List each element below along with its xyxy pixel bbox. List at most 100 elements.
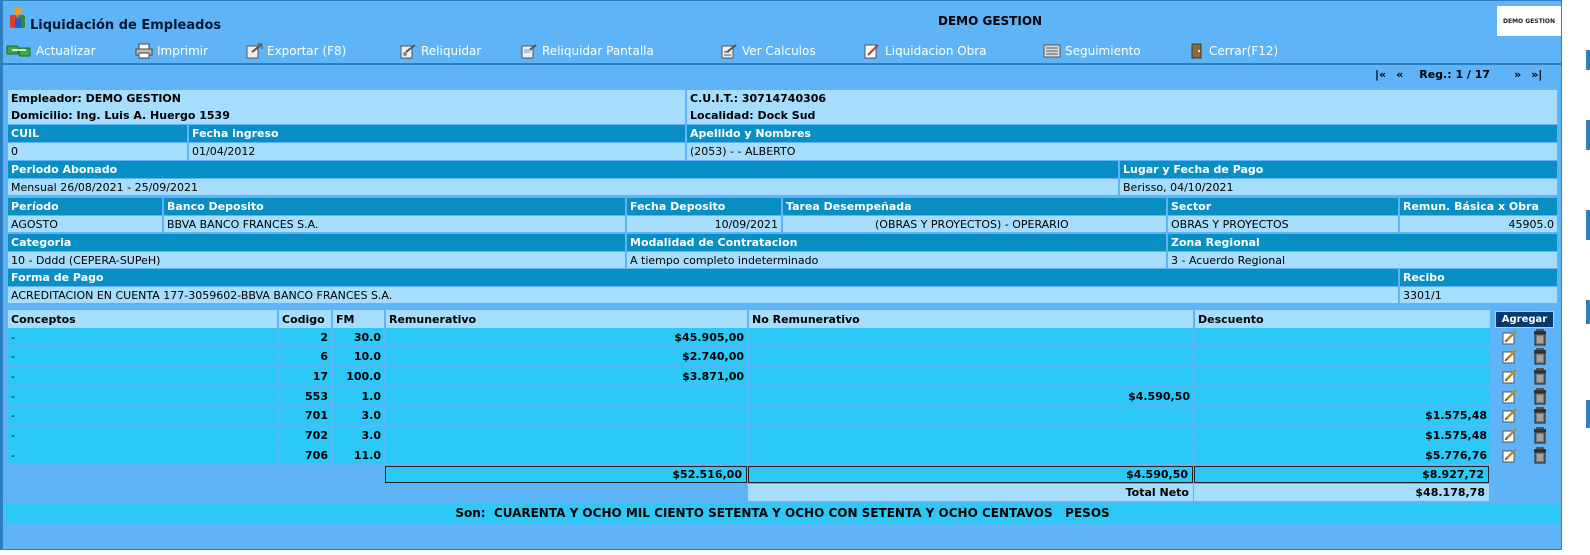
edit-icon[interactable]: [1502, 388, 1518, 404]
amount-in-words-bar: Son: CUARENTA Y OCHO MIL CIENTO SETENTA …: [6, 503, 1559, 523]
concept-row: -2 30.0 $45.905,00: [8, 328, 1557, 346]
zona-value: 3 - Acuerdo Regional: [1168, 252, 1557, 268]
window-edge: [1562, 0, 1590, 555]
descuento-cell: $5.776,76: [1195, 446, 1492, 465]
edit-icon[interactable]: [1502, 349, 1518, 364]
pago-value-row: ACREDITACION EN CUENTA 177-3059602-BBVA …: [8, 287, 1557, 303]
codigo-cell: 701: [279, 406, 333, 425]
amount-in-words: Son: CUARENTA Y OCHO MIL CIENTO SETENTA …: [455, 506, 1110, 520]
fm-cell: 100.0: [333, 367, 386, 386]
export-icon: [246, 43, 263, 59]
fm-column-header: FM: [333, 310, 386, 328]
reliquidar-pantalla-button[interactable]: Reliquidar Pantalla: [520, 42, 654, 60]
recalc-icon: [400, 44, 416, 59]
recibo-header: Recibo: [1400, 269, 1557, 286]
lugar-pago-value: Berisso, 04/10/2021: [1120, 179, 1557, 195]
exportar-button[interactable]: Exportar (F8): [245, 42, 346, 60]
nav-next-button[interactable]: »: [1514, 68, 1521, 81]
fecha-deposito-header: Fecha Deposito: [627, 198, 783, 215]
delete-icon[interactable]: [1532, 328, 1548, 346]
actualizar-label: Actualizar: [36, 44, 96, 58]
edit-icon[interactable]: [1502, 369, 1518, 384]
concept-row: -702 3.0 $1.575,48: [8, 426, 1557, 445]
seguimiento-button[interactable]: Seguimiento: [1043, 42, 1141, 60]
cuit-text: C.U.I.T.: 30714740306: [687, 90, 1557, 107]
imprimir-label: Imprimir: [157, 44, 209, 58]
concepto-cell: -: [8, 446, 279, 465]
fm-cell: 11.0: [333, 446, 386, 465]
edit-icon[interactable]: [1502, 447, 1518, 463]
concepto-cell: -: [8, 347, 279, 366]
delete-icon[interactable]: [1532, 387, 1548, 405]
printer-icon: [135, 43, 153, 59]
row-actions: [1492, 427, 1557, 445]
concept-row: -17 100.0 $3.871,00: [8, 367, 1557, 386]
total-no-remunerativo: $4.590,50: [748, 466, 1193, 483]
edit-icon[interactable]: [1502, 329, 1518, 345]
toolbar: Actualizar Imprimir Exportar (F8) Reliqu…: [3, 39, 1561, 63]
delete-icon[interactable]: [1532, 348, 1548, 365]
modalidad-value: A tiempo completo indeterminado: [627, 252, 1168, 268]
nav-last-button[interactable]: »|: [1531, 68, 1542, 81]
total-descuento: $8.927,72: [1194, 466, 1489, 483]
fecha-deposito-value: 10/09/2021: [627, 216, 783, 232]
delete-icon[interactable]: [1532, 367, 1548, 385]
codigo-cell: 702: [279, 426, 333, 445]
categoria-header-row: Categoria Modalidad de Contratacion Zona…: [8, 234, 1557, 251]
liquidacion-obra-button[interactable]: Liquidacion Obra: [863, 42, 987, 60]
imprimir-button[interactable]: Imprimir: [135, 42, 208, 60]
ver-calculos-button[interactable]: Ver Calculos: [720, 42, 816, 60]
concepto-cell: -: [8, 367, 279, 386]
agregar-button[interactable]: Agregar: [1494, 310, 1555, 328]
descuento-cell: [1195, 347, 1492, 366]
exportar-label: Exportar (F8): [267, 44, 347, 58]
remunerativo-cell: $45.905,00: [386, 328, 749, 346]
concept-row: -701 3.0 $1.575,48: [8, 406, 1557, 425]
employer-row-1: Empleador: DEMO GESTION C.U.I.T.: 307147…: [8, 90, 1557, 107]
descuento-column-header: Descuento: [1195, 310, 1492, 328]
employee-value-row: 0 01/04/2012 (2053) - - ALBERTO: [8, 143, 1557, 160]
tarea-value: (OBRAS Y PROYECTOS) - OPERARIO: [783, 216, 1168, 232]
row-actions: [1492, 407, 1557, 425]
delete-icon[interactable]: [1532, 446, 1548, 464]
periodo-header: Período: [8, 198, 164, 215]
fm-cell: 3.0: [333, 426, 386, 445]
edit-icon[interactable]: [1502, 428, 1518, 443]
recalc-screen-icon: [521, 44, 537, 59]
cerrar-button[interactable]: Cerrar(F12): [1189, 42, 1278, 60]
nav-prev-button[interactable]: «: [1396, 68, 1403, 81]
window-title: Liquidación de Empleados: [30, 18, 222, 33]
no-remunerativo-cell: [749, 406, 1195, 425]
delete-icon[interactable]: [1532, 427, 1548, 444]
codigo-cell: 17: [279, 367, 333, 386]
actions-column-header: Agregar: [1492, 310, 1557, 328]
sector-header: Sector: [1168, 198, 1400, 215]
concepto-column-header: Conceptos: [8, 310, 279, 328]
reliquidar-label: Reliquidar: [421, 44, 482, 58]
remun-header: Remun. Básica x Obra: [1400, 198, 1557, 215]
remunerativo-cell: [386, 426, 749, 445]
codigo-cell: 553: [279, 387, 333, 406]
lugar-pago-header: Lugar y Fecha de Pago: [1120, 161, 1557, 178]
company-logo: DEMO GESTION: [1497, 6, 1561, 36]
record-counter: Reg.: 1 / 17: [1419, 68, 1491, 81]
delete-icon[interactable]: [1532, 407, 1548, 424]
remunerativo-cell: [386, 406, 749, 425]
fm-cell: 1.0: [333, 387, 386, 406]
reliquidar-button[interactable]: Reliquidar: [399, 42, 481, 60]
actualizar-button[interactable]: Actualizar: [6, 42, 96, 60]
fecha-ingreso-value: 01/04/2012: [189, 143, 687, 160]
total-neto-label: Total Neto: [748, 484, 1193, 501]
tarea-header: Tarea Desempeñada: [783, 198, 1168, 215]
nav-first-button[interactable]: |«: [1375, 68, 1386, 81]
edit-icon[interactable]: [1502, 408, 1518, 423]
concepts-header-row: Conceptos Codigo FM Remunerativo No Remu…: [8, 310, 1557, 328]
fm-cell: 10.0: [333, 347, 386, 366]
cuil-header: CUIL: [8, 125, 189, 142]
categoria-header: Categoria: [8, 234, 627, 251]
codigo-cell: 6: [279, 347, 333, 366]
row-actions: [1492, 387, 1557, 405]
toolbar-divider: [3, 63, 1561, 65]
remunerativo-cell: $2.740,00: [386, 347, 749, 366]
company-name: DEMO GESTION: [938, 14, 1043, 28]
